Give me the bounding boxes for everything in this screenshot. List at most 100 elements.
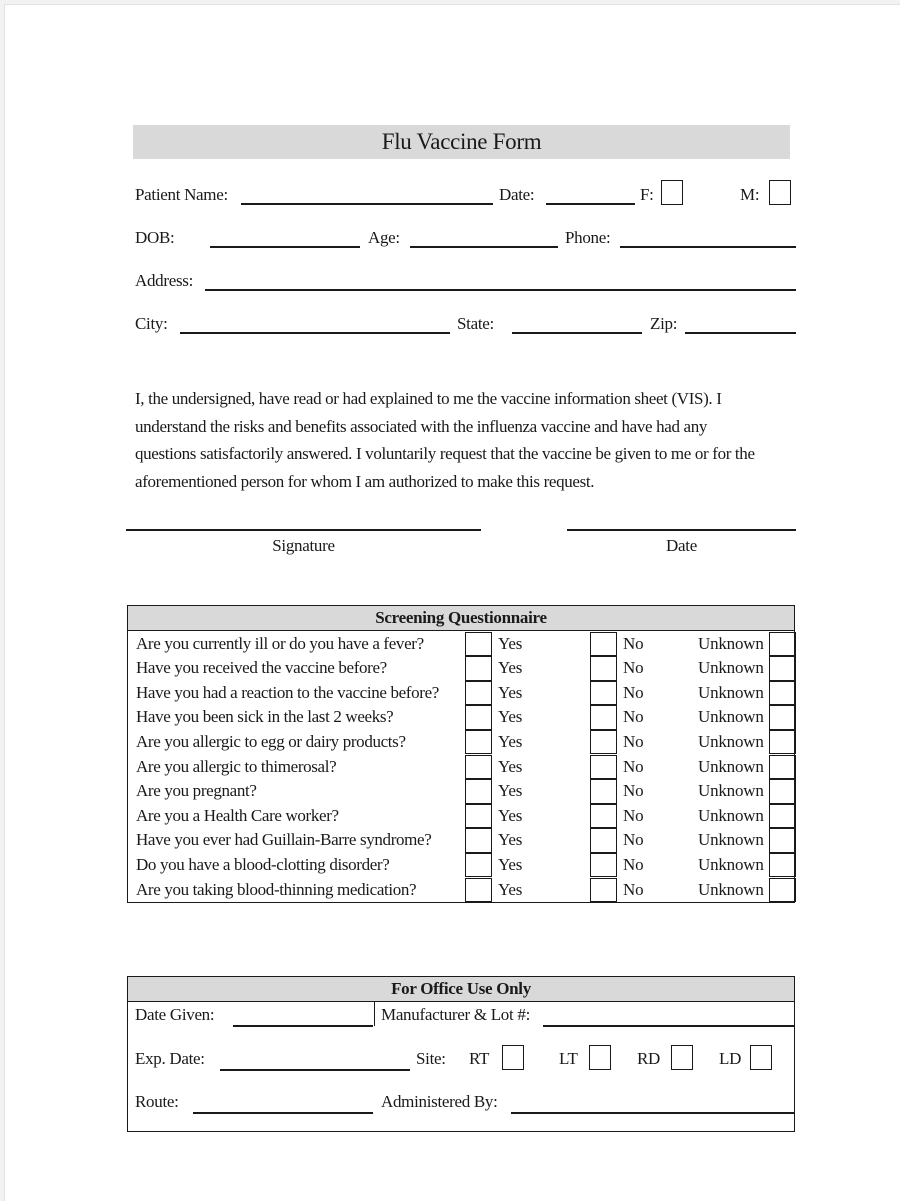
no-checkbox[interactable]: [590, 729, 617, 755]
no-checkbox[interactable]: [590, 803, 617, 829]
screening-question-row: Have you received the vaccine before? Yes…: [128, 656, 796, 681]
patient-name-label: Patient Name:: [135, 185, 228, 204]
no-checkbox[interactable]: [590, 852, 617, 878]
signature-date-field[interactable]: [567, 529, 796, 531]
unknown-checkbox[interactable]: [769, 828, 796, 853]
screening-question-text: Are you allergic to egg or dairy product…: [136, 731, 406, 751]
screening-question-text: Have you ever had Guillain-Barre syndrom…: [136, 830, 432, 850]
unknown-checkbox[interactable]: [769, 729, 796, 755]
site-ld-checkbox[interactable]: [750, 1045, 772, 1070]
state-label: State:: [457, 314, 494, 333]
unknown-checkbox[interactable]: [769, 852, 796, 878]
unknown-label: Unknown: [698, 658, 764, 678]
phone-field[interactable]: [620, 246, 796, 248]
consent-statement: I, the undersigned, have read or had exp…: [135, 385, 795, 495]
screening-question-row: Are you taking blood-thinning medication…: [128, 877, 796, 903]
unknown-checkbox[interactable]: [769, 680, 796, 706]
yes-checkbox[interactable]: [465, 779, 492, 804]
screening-question-text: Are you pregnant?: [136, 781, 257, 801]
screening-question-text: Have you received the vaccine before?: [136, 658, 387, 678]
no-checkbox[interactable]: [590, 877, 617, 903]
unknown-checkbox[interactable]: [769, 779, 796, 804]
screening-question-text: Are you a Health Care worker?: [136, 805, 339, 825]
no-label: No: [623, 756, 644, 776]
screening-question-row: Are you a Health Care worker? Yes No Unknow…: [128, 803, 796, 829]
unknown-label: Unknown: [698, 781, 764, 801]
yes-label: Yes: [498, 805, 523, 825]
unknown-label: Unknown: [698, 731, 764, 751]
yes-checkbox[interactable]: [465, 877, 492, 903]
yes-label: Yes: [498, 781, 523, 801]
yes-checkbox[interactable]: [465, 729, 492, 755]
exp-date-field[interactable]: [220, 1069, 410, 1071]
unknown-checkbox[interactable]: [769, 877, 796, 903]
yes-label: Yes: [498, 879, 523, 899]
age-label: Age:: [368, 228, 400, 247]
no-checkbox[interactable]: [590, 754, 617, 780]
screening-question-row: Have you had a reaction to the vaccine b…: [128, 680, 796, 706]
no-checkbox[interactable]: [590, 828, 617, 853]
unknown-checkbox[interactable]: [769, 803, 796, 829]
city-field[interactable]: [180, 332, 450, 334]
no-label: No: [623, 854, 644, 874]
screening-question-text: Have you been sick in the last 2 weeks?: [136, 707, 394, 727]
female-checkbox[interactable]: [661, 180, 683, 205]
yes-checkbox[interactable]: [465, 680, 492, 706]
yes-checkbox[interactable]: [465, 631, 492, 657]
unknown-checkbox[interactable]: [769, 705, 796, 730]
dob-field[interactable]: [210, 246, 360, 248]
date-given-label: Date Given:: [135, 1005, 215, 1024]
screening-question-text: Are you currently ill or do you have a f…: [136, 633, 424, 653]
yes-checkbox[interactable]: [465, 656, 492, 681]
site-rd-checkbox[interactable]: [671, 1045, 693, 1070]
no-checkbox[interactable]: [590, 656, 617, 681]
no-checkbox[interactable]: [590, 779, 617, 804]
address-field[interactable]: [205, 289, 796, 291]
administered-by-label: Administered By:: [381, 1092, 498, 1111]
patient-name-field[interactable]: [241, 203, 493, 205]
administered-by-field[interactable]: [511, 1112, 794, 1114]
screening-question-row: Have you been sick in the last 2 weeks? Y…: [128, 705, 796, 730]
route-field[interactable]: [193, 1112, 373, 1114]
unknown-checkbox[interactable]: [769, 754, 796, 780]
signature-field[interactable]: [126, 529, 481, 531]
no-label: No: [623, 781, 644, 801]
screening-question-row: Are you allergic to egg or dairy product…: [128, 729, 796, 755]
screening-title: Screening Questionnaire: [128, 606, 794, 631]
site-rt-checkbox[interactable]: [502, 1045, 524, 1070]
yes-checkbox[interactable]: [465, 828, 492, 853]
unknown-checkbox[interactable]: [769, 656, 796, 681]
site-rd-label: RD: [637, 1049, 661, 1068]
zip-field[interactable]: [685, 332, 796, 334]
male-checkbox[interactable]: [769, 180, 791, 205]
city-label: City:: [135, 314, 168, 333]
no-checkbox[interactable]: [590, 705, 617, 730]
site-lt-label: LT: [559, 1049, 578, 1068]
yes-checkbox[interactable]: [465, 803, 492, 829]
yes-checkbox[interactable]: [465, 852, 492, 878]
site-ld-label: LD: [719, 1049, 742, 1068]
consent-line: questions satisfactorily answered. I vol…: [135, 444, 755, 463]
no-label: No: [623, 707, 644, 727]
yes-label: Yes: [498, 682, 523, 702]
date-field[interactable]: [546, 203, 635, 205]
office-divider: [374, 1001, 375, 1026]
screening-question-text: Have you had a reaction to the vaccine b…: [136, 682, 439, 702]
state-field[interactable]: [512, 332, 642, 334]
document-page: Flu Vaccine Form Patient Name: Date: F: …: [4, 4, 900, 1201]
unknown-checkbox[interactable]: [769, 631, 796, 657]
yes-checkbox[interactable]: [465, 754, 492, 780]
date-given-field[interactable]: [233, 1025, 373, 1027]
consent-line: I, the undersigned, have read or had exp…: [135, 389, 722, 408]
no-label: No: [623, 682, 644, 702]
unknown-label: Unknown: [698, 682, 764, 702]
site-lt-checkbox[interactable]: [589, 1045, 611, 1070]
no-label: No: [623, 731, 644, 751]
no-checkbox[interactable]: [590, 631, 617, 657]
age-field[interactable]: [410, 246, 558, 248]
no-checkbox[interactable]: [590, 680, 617, 706]
yes-checkbox[interactable]: [465, 705, 492, 730]
male-label: M:: [740, 185, 760, 204]
no-label: No: [623, 879, 644, 899]
manufacturer-lot-field[interactable]: [543, 1025, 794, 1027]
